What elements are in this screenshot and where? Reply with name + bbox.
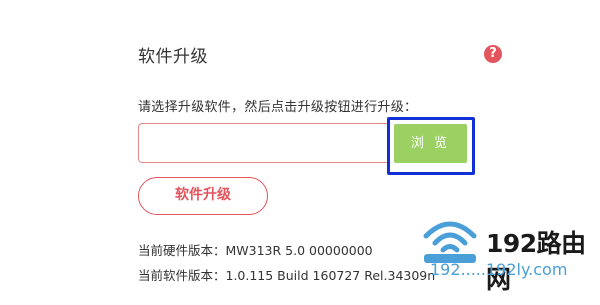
watermark-url: 192.....192ly.com (430, 260, 568, 279)
browse-button[interactable]: 浏 览 (394, 124, 467, 163)
software-upgrade-page: 软件升级 ? 请选择升级软件，然后点击升级按钮进行升级： 浏 览 软件升级 当前… (0, 0, 600, 305)
upgrade-button[interactable]: 软件升级 (138, 177, 268, 215)
file-path-input[interactable] (138, 123, 388, 163)
software-version: 当前软件版本：1.0.115 Build 160727 Rel.34309n (138, 268, 436, 283)
wifi-router-icon (423, 221, 477, 263)
page-title: 软件升级 (138, 47, 208, 67)
upgrade-instruction: 请选择升级软件，然后点击升级按钮进行升级： (138, 100, 418, 115)
help-icon[interactable]: ? (484, 45, 502, 63)
hardware-version: 当前硬件版本：MW313R 5.0 00000000 (138, 243, 373, 258)
